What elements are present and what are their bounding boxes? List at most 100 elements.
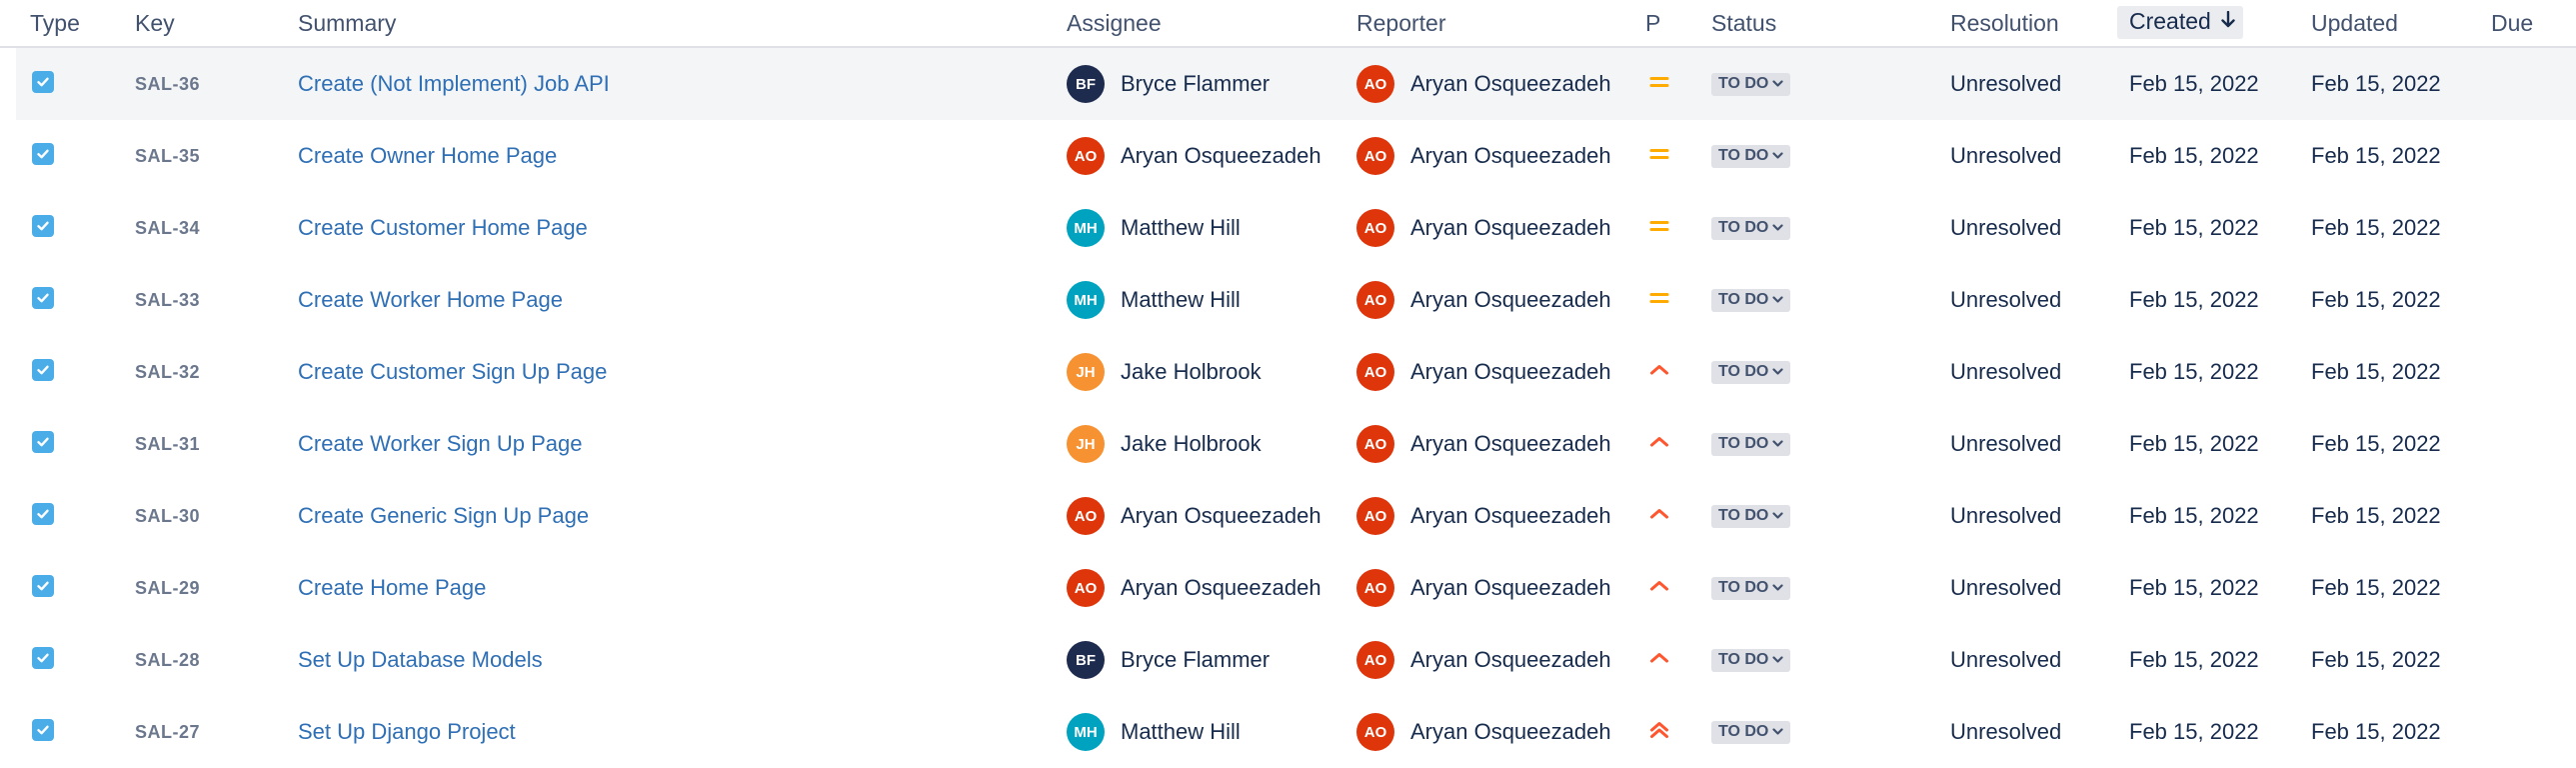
- avatar-initials: AO: [1363, 75, 1387, 93]
- avatar-initials: MH: [1074, 219, 1098, 237]
- issue-key[interactable]: SAL-32: [135, 362, 200, 383]
- table-row[interactable]: SAL-27 Set Up Django Project MH Matthew Hil…: [16, 696, 2576, 768]
- table-row[interactable]: SAL-28 Set Up Database Models BF Bryce Flam…: [16, 624, 2576, 696]
- avatar[interactable]: AO: [1356, 281, 1394, 319]
- status-lozenge[interactable]: TO DO: [1711, 720, 1791, 744]
- summary-cell: Create Customer Sign Up Page: [298, 336, 607, 408]
- issue-key[interactable]: SAL-35: [135, 146, 200, 167]
- reporter-name: Aryan Osqueezadeh: [1410, 287, 1611, 312]
- table-row[interactable]: SAL-29 Create Home Page AO Aryan Osqueezade…: [16, 552, 2576, 624]
- avatar[interactable]: AO: [1356, 137, 1394, 175]
- updated-cell: Feb 15, 2022: [2311, 696, 2441, 768]
- column-header-key[interactable]: Key: [135, 10, 175, 37]
- resolution-value: Unresolved: [1950, 287, 2062, 312]
- table-row[interactable]: SAL-30 Create Generic Sign Up Page AO Aryan…: [16, 480, 2576, 552]
- created-cell: Feb 15, 2022: [2129, 48, 2259, 120]
- issue-summary-link[interactable]: Set Up Django Project: [298, 719, 516, 745]
- avatar-initials: AO: [1363, 435, 1387, 453]
- avatar-initials: AO: [1363, 651, 1387, 669]
- issue-summary-link[interactable]: Create Home Page: [298, 575, 486, 601]
- avatar[interactable]: AO: [1356, 353, 1394, 391]
- avatar[interactable]: BF: [1067, 641, 1105, 679]
- issue-summary-link[interactable]: Create Customer Sign Up Page: [298, 359, 607, 385]
- status-lozenge[interactable]: TO DO: [1711, 288, 1791, 312]
- issue-key[interactable]: SAL-36: [135, 74, 200, 95]
- issue-summary-link[interactable]: Create Generic Sign Up Page: [298, 503, 589, 529]
- column-header-status[interactable]: Status: [1711, 10, 1776, 37]
- priority-cell: [1646, 48, 1672, 120]
- issue-key[interactable]: SAL-28: [135, 650, 200, 671]
- issue-summary-link[interactable]: Create Worker Home Page: [298, 287, 563, 313]
- created-value: Feb 15, 2022: [2129, 143, 2259, 168]
- created-value: Feb 15, 2022: [2129, 719, 2259, 744]
- avatar[interactable]: AO: [1067, 137, 1105, 175]
- assignee-cell: JH Jake Holbrook: [1067, 408, 1262, 480]
- priority-cell: [1646, 480, 1672, 552]
- avatar[interactable]: MH: [1067, 209, 1105, 247]
- column-header-summary[interactable]: Summary: [298, 10, 396, 37]
- issue-key[interactable]: SAL-34: [135, 218, 200, 239]
- table-row[interactable]: SAL-35 Create Owner Home Page AO Aryan Osqu…: [16, 120, 2576, 192]
- avatar[interactable]: JH: [1067, 353, 1105, 391]
- avatar[interactable]: BF: [1067, 65, 1105, 103]
- reporter-name: Aryan Osqueezadeh: [1410, 359, 1611, 384]
- reporter-cell: AO Aryan Osqueezadeh: [1356, 48, 1611, 120]
- issue-key[interactable]: SAL-31: [135, 434, 200, 455]
- issue-summary-link[interactable]: Set Up Database Models: [298, 647, 543, 673]
- table-row[interactable]: SAL-32 Create Customer Sign Up Page JH Jake…: [16, 336, 2576, 408]
- issue-summary-link[interactable]: Create Worker Sign Up Page: [298, 431, 583, 457]
- column-header-assignee[interactable]: Assignee: [1067, 10, 1162, 37]
- avatar[interactable]: MH: [1067, 713, 1105, 751]
- table-row[interactable]: SAL-36 Create (Not Implement) Job API BF Br…: [16, 48, 2576, 120]
- column-header-due[interactable]: Due: [2491, 10, 2533, 37]
- status-lozenge[interactable]: TO DO: [1711, 432, 1791, 456]
- column-header-priority[interactable]: P: [1645, 10, 1660, 37]
- key-cell: SAL-35: [135, 120, 200, 192]
- avatar[interactable]: AO: [1356, 209, 1394, 247]
- issue-key[interactable]: SAL-33: [135, 290, 200, 311]
- type-cell: [32, 552, 54, 624]
- status-lozenge[interactable]: TO DO: [1711, 72, 1791, 96]
- column-header-resolution[interactable]: Resolution: [1950, 10, 2059, 37]
- resolution-cell: Unresolved: [1950, 408, 2061, 480]
- resolution-cell: Unresolved: [1950, 552, 2061, 624]
- status-lozenge[interactable]: TO DO: [1711, 504, 1791, 528]
- table-row[interactable]: SAL-33 Create Worker Home Page MH Matthew H…: [16, 264, 2576, 336]
- issue-key[interactable]: SAL-30: [135, 506, 200, 527]
- status-lozenge[interactable]: TO DO: [1711, 144, 1791, 168]
- avatar[interactable]: AO: [1356, 713, 1394, 751]
- status-lozenge[interactable]: TO DO: [1711, 648, 1791, 672]
- resolution-cell: Unresolved: [1950, 48, 2061, 120]
- avatar[interactable]: AO: [1356, 641, 1394, 679]
- issue-summary-link[interactable]: Create (Not Implement) Job API: [298, 71, 610, 97]
- issue-summary-link[interactable]: Create Owner Home Page: [298, 143, 557, 169]
- table-row[interactable]: SAL-31 Create Worker Sign Up Page JH Jake H…: [16, 408, 2576, 480]
- task-checkbox-icon: [32, 287, 54, 309]
- assignee-name: Jake Holbrook: [1121, 359, 1262, 384]
- column-header-reporter[interactable]: Reporter: [1356, 10, 1445, 37]
- chevron-down-icon: [1771, 509, 1784, 522]
- resolution-cell: Unresolved: [1950, 624, 2061, 696]
- issue-key[interactable]: SAL-27: [135, 722, 200, 743]
- avatar[interactable]: AO: [1067, 569, 1105, 607]
- avatar[interactable]: AO: [1067, 497, 1105, 535]
- column-header-created[interactable]: Created: [2117, 6, 2243, 39]
- column-header-updated[interactable]: Updated: [2311, 10, 2398, 37]
- reporter-name: Aryan Osqueezadeh: [1410, 719, 1611, 744]
- avatar[interactable]: AO: [1356, 65, 1394, 103]
- avatar[interactable]: AO: [1356, 569, 1394, 607]
- status-lozenge[interactable]: TO DO: [1711, 360, 1791, 384]
- table-row[interactable]: SAL-34 Create Customer Home Page MH Matthew…: [16, 192, 2576, 264]
- avatar-initials: AO: [1363, 507, 1387, 525]
- status-lozenge[interactable]: TO DO: [1711, 576, 1791, 600]
- avatar[interactable]: AO: [1356, 425, 1394, 463]
- status-lozenge[interactable]: TO DO: [1711, 216, 1791, 240]
- avatar[interactable]: AO: [1356, 497, 1394, 535]
- resolution-value: Unresolved: [1950, 719, 2062, 744]
- issue-key[interactable]: SAL-29: [135, 578, 200, 599]
- avatar[interactable]: JH: [1067, 425, 1105, 463]
- issue-summary-link[interactable]: Create Customer Home Page: [298, 215, 588, 241]
- column-header-type[interactable]: Type: [30, 10, 80, 37]
- avatar[interactable]: MH: [1067, 281, 1105, 319]
- status-cell: TO DO: [1711, 696, 1791, 768]
